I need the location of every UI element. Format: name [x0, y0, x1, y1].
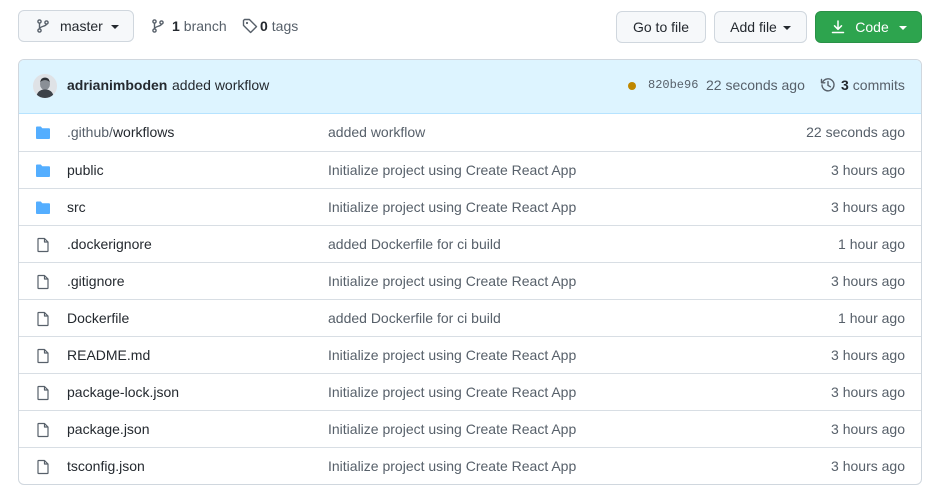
tags-count: 0 — [260, 18, 268, 34]
file-name-text: public — [67, 162, 104, 178]
file-name-link[interactable]: package.json — [67, 421, 150, 437]
file-icon — [35, 237, 51, 253]
file-path-prefix: .github/ — [67, 124, 113, 140]
file-commit-message[interactable]: Initialize project using Create React Ap… — [328, 384, 576, 400]
file-name-text: .dockerignore — [67, 236, 152, 252]
commit-author[interactable]: adrianimboden — [67, 77, 167, 93]
file-name-text: README.md — [67, 347, 151, 363]
branches-count: 1 — [172, 18, 180, 34]
file-row[interactable]: .gitignore Initialize project using Creat… — [19, 262, 921, 299]
go-to-file-label: Go to file — [632, 19, 690, 35]
download-icon — [832, 20, 845, 34]
file-commit-time: 3 hours ago — [831, 162, 905, 178]
repo-toolbar: master 1 branch 0 tags Go to file Add fi… — [0, 0, 936, 58]
file-icon — [35, 274, 51, 290]
avatar-image — [33, 74, 57, 98]
author-avatar[interactable] — [33, 74, 57, 98]
file-commit-time: 22 seconds ago — [806, 124, 905, 140]
file-name-text: src — [67, 199, 86, 215]
file-name-text: tsconfig.json — [67, 458, 145, 474]
branch-selector-label: master — [60, 18, 103, 34]
commit-message[interactable]: added workflow — [172, 77, 269, 93]
file-commit-time: 3 hours ago — [831, 384, 905, 400]
file-icon — [35, 459, 51, 475]
file-commit-message[interactable]: added workflow — [328, 124, 425, 140]
file-commit-message[interactable]: Initialize project using Create React Ap… — [328, 421, 576, 437]
file-commit-time: 1 hour ago — [838, 310, 905, 326]
file-commit-time: 3 hours ago — [831, 421, 905, 437]
file-name-text: .gitignore — [67, 273, 125, 289]
add-file-label: Add file — [730, 19, 777, 35]
file-name-link[interactable]: src — [67, 199, 86, 215]
file-row[interactable]: package.json Initialize project using Cre… — [19, 410, 921, 447]
file-icon — [35, 348, 51, 364]
history-icon — [820, 78, 835, 92]
file-commit-message[interactable]: Initialize project using Create React Ap… — [328, 458, 576, 474]
file-commit-message[interactable]: Initialize project using Create React Ap… — [328, 347, 576, 363]
branch-selector-button[interactable]: master — [18, 10, 134, 42]
file-name-link[interactable]: package-lock.json — [67, 384, 179, 400]
file-row[interactable]: .dockerignore added Dockerfile for ci bui… — [19, 225, 921, 262]
commits-count: 3 — [841, 77, 849, 93]
file-name-link[interactable]: tsconfig.json — [67, 458, 145, 474]
file-icon — [35, 422, 51, 438]
file-name-link[interactable]: .github/workflows — [67, 124, 174, 140]
file-name-text: Dockerfile — [67, 310, 130, 326]
file-row[interactable]: .github/workflows added workflow 22 second… — [19, 114, 921, 151]
file-name-link[interactable]: .dockerignore — [67, 236, 152, 252]
folder-icon — [35, 200, 51, 216]
add-file-button[interactable]: Add file — [714, 11, 807, 43]
commits-label: commits — [852, 77, 905, 93]
tags-link[interactable]: 0 tags — [242, 18, 298, 34]
tags-label: tags — [271, 18, 299, 34]
file-commit-message[interactable]: Initialize project using Create React Ap… — [328, 273, 576, 289]
code-label: Code — [855, 19, 889, 35]
folder-icon — [35, 163, 51, 179]
commit-time: 22 seconds ago — [706, 77, 805, 93]
file-name-link[interactable]: public — [67, 162, 104, 178]
file-commit-time: 3 hours ago — [831, 347, 905, 363]
chevron-down-icon — [782, 26, 791, 30]
file-icon — [35, 385, 51, 401]
file-commit-message[interactable]: added Dockerfile for ci build — [328, 236, 501, 252]
file-commit-message[interactable]: Initialize project using Create React Ap… — [328, 199, 576, 215]
folder-icon — [35, 125, 51, 141]
file-row[interactable]: package-lock.json Initialize project usin… — [19, 373, 921, 410]
commits-history-link[interactable]: 3 commits — [820, 77, 905, 93]
file-icon — [35, 311, 51, 327]
file-name-link[interactable]: Dockerfile — [67, 310, 129, 326]
git-branch-icon — [152, 19, 164, 33]
commit-sha[interactable]: 820be96 — [648, 78, 698, 92]
file-commit-time: 1 hour ago — [838, 236, 905, 252]
git-branch-icon — [37, 19, 49, 33]
latest-commit-bar: adrianimboden added workflow 820be96 22 … — [19, 60, 921, 114]
file-name-text: workflows — [112, 124, 175, 140]
file-row[interactable]: public Initialize project using Create Re… — [19, 151, 921, 188]
chevron-down-icon — [898, 26, 907, 30]
file-name-link[interactable]: README.md — [67, 347, 150, 363]
file-commit-message[interactable]: added Dockerfile for ci build — [328, 310, 501, 326]
go-to-file-button[interactable]: Go to file — [616, 11, 706, 43]
branches-label: branch — [183, 18, 227, 34]
file-commit-time: 3 hours ago — [831, 458, 905, 474]
branches-link[interactable]: 1 branch — [150, 18, 227, 34]
file-browser: adrianimboden added workflow 820be96 22 … — [18, 59, 922, 485]
code-button[interactable]: Code — [815, 11, 922, 43]
file-row[interactable]: README.md Initialize project using Create… — [19, 336, 921, 373]
tag-icon — [242, 18, 258, 34]
chevron-down-icon — [110, 25, 119, 29]
file-name-link[interactable]: .gitignore — [67, 273, 125, 289]
file-commit-message[interactable]: Initialize project using Create React Ap… — [328, 162, 576, 178]
file-name-text: package-lock.json — [67, 384, 180, 400]
file-row[interactable]: src Initialize project using Create React… — [19, 188, 921, 225]
file-commit-time: 3 hours ago — [831, 273, 905, 289]
commit-status-dot[interactable] — [628, 82, 636, 90]
file-row[interactable]: tsconfig.json Initialize project using Cr… — [19, 447, 921, 484]
file-commit-time: 3 hours ago — [831, 199, 905, 215]
file-name-text: package.json — [67, 421, 150, 437]
file-row[interactable]: Dockerfile added Dockerfile for ci build 1… — [19, 299, 921, 336]
